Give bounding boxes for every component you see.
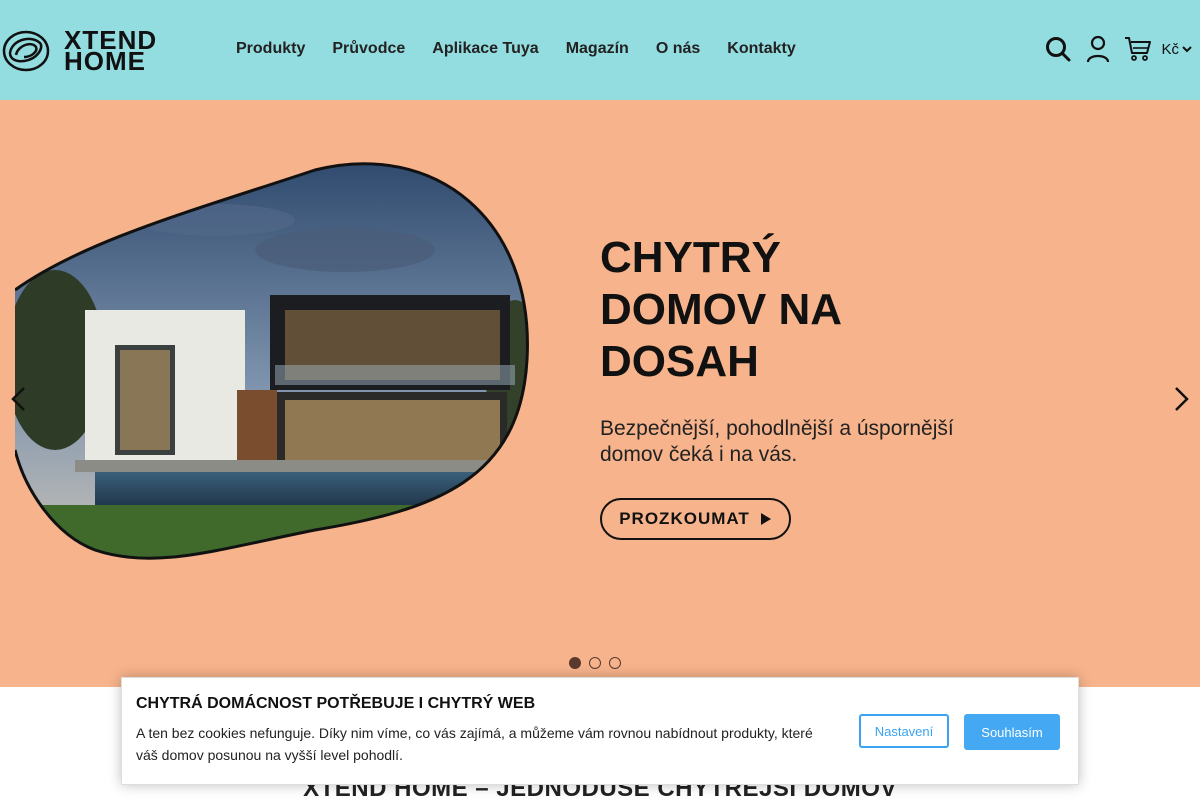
site-header: XTEND HOME Produkty Průvodce Aplikace Tu… (0, 0, 1200, 100)
slider-dot-1[interactable] (569, 657, 581, 669)
nav-item-magazin[interactable]: Magazín (566, 38, 629, 60)
explore-button-label: PROZKOUMAT (619, 509, 750, 528)
nav-item-produkty[interactable]: Produkty (236, 38, 305, 60)
hero-slider: CHYTRÝ DOMOV NA DOSAH Bezpečnější, pohod… (0, 100, 1200, 687)
slider-dot-3[interactable] (609, 657, 621, 669)
currency-label: Kč (1161, 40, 1179, 58)
play-triangle-icon (760, 513, 771, 525)
cookie-title: CHYTRÁ DOMÁCNOST POTŘEBUJE I CHYTRÝ WEB (136, 695, 536, 712)
nav-item-aplikace-tuya[interactable]: Aplikace Tuya (432, 38, 538, 60)
logo-mark-icon (2, 30, 50, 72)
nav-item-kontakty[interactable]: Kontakty (727, 38, 795, 60)
nav-item-pruvodce[interactable]: Průvodce (332, 38, 405, 60)
cookie-consent-bar: CHYTRÁ DOMÁCNOST POTŘEBUJE I CHYTRÝ WEB … (121, 677, 1079, 785)
cookie-text: A ten bez cookies nefunguje. Díky nim ví… (136, 725, 813, 763)
search-icon (1046, 37, 1071, 62)
cookie-accept-button[interactable]: Souhlasím (964, 714, 1060, 750)
hero-title-line-3: DOSAH (600, 337, 759, 386)
hero-title-line-1: CHYTRÝ (600, 233, 781, 282)
hero-subtitle: Bezpečnější, pohodlnější a úspornější do… (600, 417, 954, 466)
cart-icon (1125, 37, 1152, 61)
account-button[interactable] (1083, 34, 1113, 64)
hero-title-line-2: DOMOV NA (600, 285, 842, 334)
nav-item-o-nas[interactable]: O nás (656, 38, 700, 60)
chevron-down-icon (1182, 46, 1192, 53)
currency-select[interactable]: Kč (1161, 41, 1192, 58)
logo-wordmark: XTEND HOME (64, 27, 157, 76)
slider-dots (569, 657, 621, 669)
cart-button[interactable] (1123, 34, 1153, 64)
slider-next-arrow-icon[interactable] (1170, 386, 1192, 412)
hero-title: CHYTRÝ DOMOV NA DOSAH (600, 232, 1020, 388)
slider-prev-arrow-icon[interactable] (8, 386, 30, 412)
slider-dot-2[interactable] (589, 657, 601, 669)
logo-line-2: HOME (64, 46, 146, 76)
search-button[interactable] (1043, 34, 1073, 64)
explore-button[interactable]: PROZKOUMAT (600, 498, 791, 540)
header-tools: Kč (1033, 34, 1192, 64)
hero-house-image (15, 162, 529, 560)
user-icon (1087, 35, 1110, 63)
main-nav: Produkty Průvodce Aplikace Tuya Magazín … (236, 38, 823, 60)
cookie-settings-button[interactable]: Nastavení (859, 714, 949, 748)
site-logo[interactable]: XTEND HOME (2, 27, 202, 76)
